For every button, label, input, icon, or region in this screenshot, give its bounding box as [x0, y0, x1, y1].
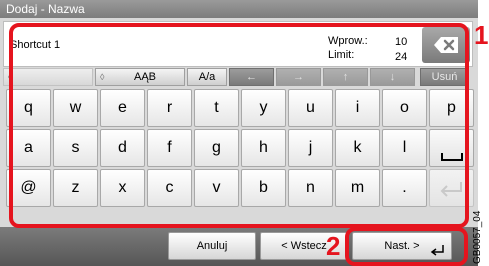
- window-title: Dodaj - Nazwa: [0, 0, 478, 18]
- callout-frame-keyboard: [9, 23, 469, 228]
- callout-frame-next: [345, 227, 468, 266]
- callout-badge-2: 2: [326, 231, 341, 261]
- screen: Dodaj - Nazwa Shortcut 1 Wprow.: 10 Limi…: [0, 0, 478, 266]
- cancel-button[interactable]: Anuluj: [168, 232, 256, 260]
- callout-badge-1: 1: [474, 20, 489, 50]
- figure-code: GB0057_04: [472, 210, 483, 264]
